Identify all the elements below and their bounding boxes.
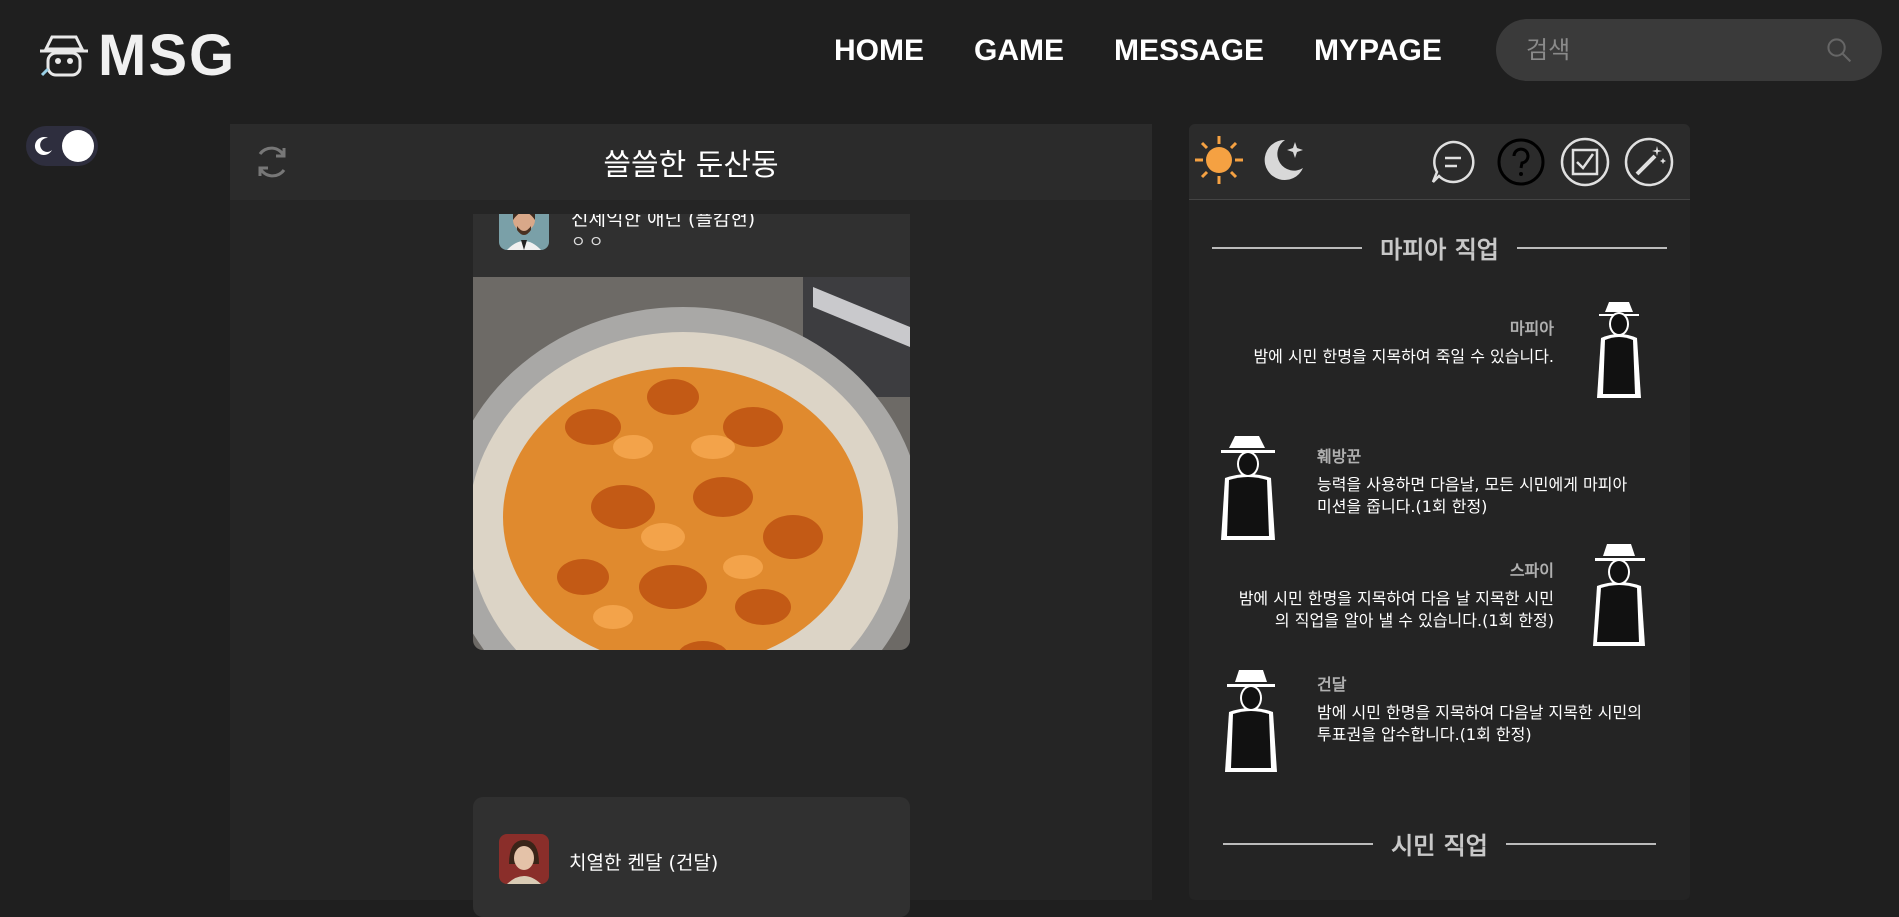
nav-message[interactable]: MESSAGE xyxy=(1114,34,1264,68)
mafia-section-title: 마피아 직업 xyxy=(1189,230,1690,265)
nav-game[interactable]: GAME xyxy=(974,34,1064,68)
toggle-knob xyxy=(62,130,94,162)
role-desc-line: 밤에 시민 한명을 지목하여 다음날 지목한 시민의 xyxy=(1317,703,1642,722)
moon-icon xyxy=(34,137,52,156)
nav-home[interactable]: HOME xyxy=(834,34,924,68)
role-desc: 밤에 시민 한명을 지목하여 죽일 수 있습니다. xyxy=(1253,347,1554,366)
avatar[interactable] xyxy=(499,214,549,250)
post-text: ㅇㅇ xyxy=(571,232,607,251)
mafia-silhouette-icon xyxy=(1597,302,1641,398)
role-desc-line: 의 직업을 알아 낼 수 있습니다.(1회 한정) xyxy=(1274,611,1554,630)
search-icon[interactable] xyxy=(1826,34,1852,66)
role-desc-line: 투표권을 압수합니다.(1회 한정) xyxy=(1317,725,1532,744)
thug-silhouette-icon xyxy=(1225,670,1277,772)
role-desc-line: 밤에 시민 한명을 지목하여 다음 날 지목한 시민 xyxy=(1238,589,1554,608)
dark-mode-toggle[interactable] xyxy=(26,126,98,166)
detective-logo-icon xyxy=(40,35,88,76)
role-name: 마피아 xyxy=(1509,319,1554,338)
checklist-icon[interactable] xyxy=(1559,136,1611,188)
logo[interactable]: MSG xyxy=(38,22,236,89)
role-desc-line: 능력을 사용하면 다음날, 모든 시민에게 마피아 xyxy=(1317,475,1628,494)
spy-silhouette-icon xyxy=(1593,544,1645,646)
search-bar xyxy=(1496,19,1882,81)
main-nav: HOME GAME MESSAGE MYPAGE xyxy=(834,34,1442,68)
role-desc-line: 미션을 줍니다.(1회 한정) xyxy=(1317,497,1488,516)
role-saboteur: 훼방꾼 능력을 사용하면 다음날, 모든 시민에게 마피아 미션을 줍니다.(1… xyxy=(1317,446,1667,518)
nav-mypage[interactable]: MYPAGE xyxy=(1314,34,1442,68)
role-name: 건달 xyxy=(1317,675,1347,694)
saboteur-silhouette-icon xyxy=(1221,436,1275,540)
help-icon[interactable] xyxy=(1495,136,1547,188)
post-image[interactable] xyxy=(473,277,910,650)
magic-wand-icon[interactable] xyxy=(1623,136,1675,188)
moon-star-icon[interactable] xyxy=(1255,134,1307,186)
chat-feed: 쓸쓸한 둔산동 신세익한 애딘 (플캄헌) ㅇㅇ 치열한 켄달 (건달) xyxy=(230,124,1152,917)
top-bar: MSG HOME GAME MESSAGE MYPAGE xyxy=(0,0,1899,110)
role-thug: 건달 밤에 시민 한명을 지목하여 다음날 지목한 시민의 투표권을 압수합니다… xyxy=(1317,674,1677,746)
role-name: 훼방꾼 xyxy=(1317,447,1362,466)
role-info-panel: 마피아 직업 마피아 밤에 시민 한명을 지목하여 죽일 수 있습니다. 훼방꾼… xyxy=(1189,124,1690,900)
room-title: 쓸쓸한 둔산동 xyxy=(603,148,779,183)
refresh-icon[interactable] xyxy=(252,142,292,182)
chat-post: 신세익한 애딘 (플캄헌) ㅇㅇ xyxy=(473,214,910,650)
citizen-section-title: 시민 직업 xyxy=(1189,826,1690,861)
sun-icon[interactable] xyxy=(1193,134,1245,186)
post-author: 치열한 켄달 (건달) xyxy=(569,852,719,874)
role-spy: 스파이 밤에 시민 한명을 지목하여 다음 날 지목한 시민 의 직업을 알아 … xyxy=(1209,560,1554,632)
chat-bubble-icon[interactable] xyxy=(1429,138,1477,186)
panel-toolbar xyxy=(1189,124,1690,200)
role-name: 스파이 xyxy=(1509,561,1554,580)
search-input[interactable] xyxy=(1526,36,1826,64)
avatar[interactable] xyxy=(499,834,549,884)
feed-header: 쓸쓸한 둔산동 xyxy=(230,124,1152,200)
chat-post: 치열한 켄달 (건달) xyxy=(473,797,910,917)
role-mafia: 마피아 밤에 시민 한명을 지목하여 죽일 수 있습니다. xyxy=(1229,318,1554,368)
brand-name: MSG xyxy=(98,23,237,88)
